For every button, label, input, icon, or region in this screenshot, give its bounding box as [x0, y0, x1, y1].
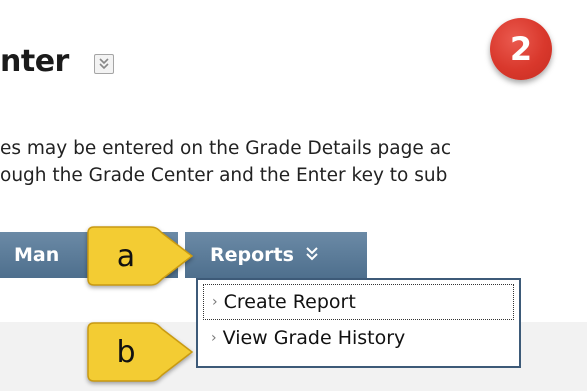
reports-tab[interactable]: Reports — [185, 232, 367, 278]
callout-label-b: b — [116, 334, 136, 370]
menu-item-create-report[interactable]: › Create Report — [203, 284, 514, 320]
menu-item-view-grade-history[interactable]: › View Grade History — [203, 320, 514, 356]
instruction-text-line-2: ough the Grade Center and the Enter key … — [0, 165, 448, 186]
double-chevron-down-icon — [304, 244, 320, 267]
page-title: nter — [0, 44, 69, 79]
callout-b: b — [86, 319, 196, 385]
callout-a: a — [86, 223, 196, 289]
manage-tab-label: Man — [14, 244, 60, 266]
reports-dropdown-menu: › Create Report › View Grade History — [196, 278, 521, 368]
callout-label-a: a — [116, 238, 136, 274]
reports-tab-label: Reports — [210, 244, 294, 266]
menu-item-label: View Grade History — [222, 327, 406, 349]
instruction-text-line-1: es may be entered on the Grade Details p… — [0, 138, 452, 159]
chevron-right-icon: › — [212, 294, 218, 310]
menu-item-label: Create Report — [223, 291, 356, 313]
chevron-right-icon: › — [211, 330, 217, 346]
step-number-badge: 2 — [490, 18, 552, 80]
double-chevron-down-icon — [99, 58, 109, 70]
title-options-button[interactable] — [94, 54, 114, 74]
